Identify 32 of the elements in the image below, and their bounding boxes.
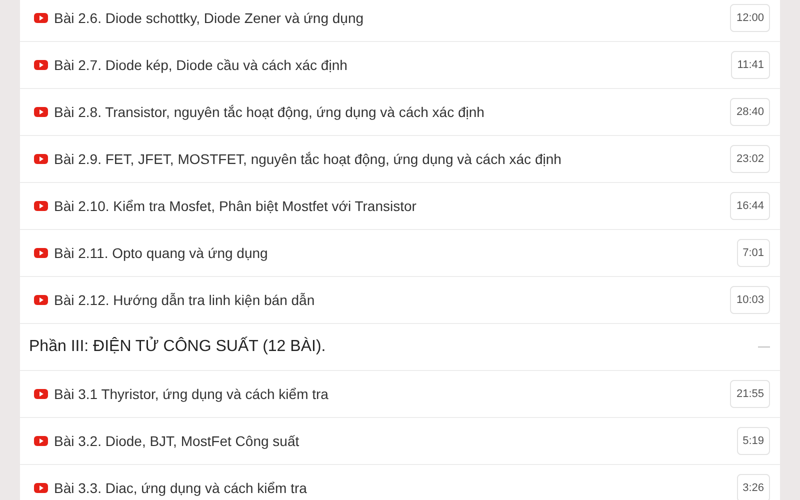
play-icon [34,436,48,446]
lesson-title[interactable]: Bài 2.7. Diode kép, Diode cầu và cách xác định [54,54,348,76]
duration-badge: 5:19 [736,426,770,456]
duration-badge: 10:03 [730,286,770,314]
lesson-title[interactable]: Bài 3.1 Thyristor, ứng dụng và cách kiểm tra [54,384,328,404]
lesson-title[interactable]: Bài 2.10. Kiểm tra Mosfet, Phân biệt Mostfet với Transistor [54,196,416,216]
lesson-title[interactable]: Bài 3.3. Diac, ứng dụng và cách kiểm tra [54,478,307,498]
duration-badge: 21:55 [730,380,770,408]
play-icon [34,60,48,70]
section-title: Phần III: ĐIỆN TỬ CÔNG SUẤT (12 BÀI). [29,336,326,357]
duration-badge: 7:01 [736,238,770,268]
play-icon [34,295,48,305]
lesson-title[interactable]: Bài 2.6. Diode schottky, Diode Zener và ứng dụng [54,8,364,28]
play-icon [34,483,48,493]
duration-badge: 12:00 [730,4,770,32]
play-icon [34,201,48,211]
play-icon [34,154,48,164]
section-header[interactable]: Phần III: ĐIỆN TỬ CÔNG SUẤT (12 BÀI). [20,324,780,371]
play-icon [34,107,48,117]
lesson-title[interactable]: Bài 3.2. Diode, BJT, MostFet Công suất [54,430,300,452]
lesson-title[interactable]: Bài 2.9. FET, JFET, MOSTFET, nguyên tắc hoạt động, ứng dụng và cách xác định [54,148,562,170]
lesson-title[interactable]: Bài 2.11. Opto quang và ứng dụng [54,242,268,264]
play-icon [34,389,48,399]
play-icon [34,248,48,258]
duration-badge: 23:02 [730,144,770,174]
duration-badge: 28:40 [730,98,770,126]
lesson-title[interactable]: Bài 2.8. Transistor, nguyên tắc hoạt động, ứng dụng và cách xác định [54,102,484,122]
play-icon [34,13,48,23]
duration-badge: 11:41 [731,50,770,80]
lesson-title[interactable]: Bài 2.12. Hướng dẫn tra linh kiện bán dẫn [54,290,315,310]
duration-badge: 3:26 [736,474,770,500]
duration-badge: 16:44 [730,192,770,220]
